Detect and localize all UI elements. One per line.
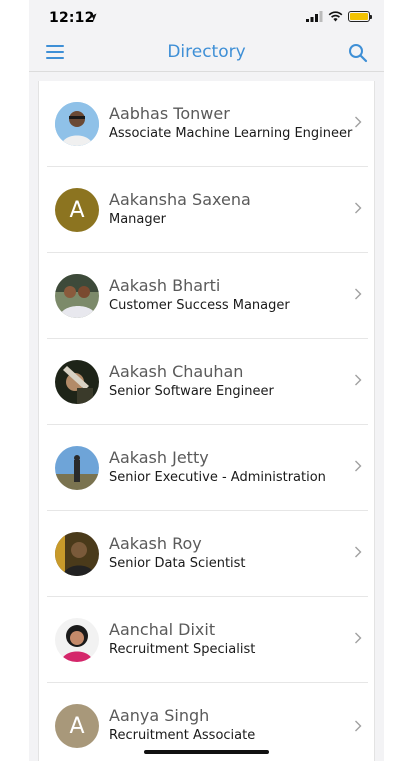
employee-row[interactable]: Aakash Jetty Senior Executive - Administ…: [39, 425, 374, 511]
avatar: [55, 274, 99, 318]
avatar: [55, 446, 99, 490]
employee-name: Aakash Bharti: [109, 276, 221, 295]
employee-name: Aanchal Dixit: [109, 620, 216, 639]
chevron-right-icon: [355, 202, 362, 214]
location-arrow-icon: [89, 13, 97, 22]
employee-row[interactable]: Aabhas Tonwer Associate Machine Learning…: [39, 81, 374, 167]
chevron-right-icon: [355, 460, 362, 472]
employee-row[interactable]: A Aakansha Saxena Manager: [39, 167, 374, 253]
employee-name: Aakansha Saxena: [109, 190, 251, 209]
employee-name: Aabhas Tonwer: [109, 104, 230, 123]
search-icon[interactable]: [348, 43, 368, 63]
employee-title: Manager: [109, 212, 166, 227]
status-bar: 12:12: [29, 0, 384, 34]
page-title: Directory: [167, 42, 246, 62]
chevron-right-icon: [355, 116, 362, 128]
battery-icon: [348, 11, 372, 22]
avatar: A: [55, 704, 99, 748]
employee-row[interactable]: Aakash Chauhan Senior Software Engineer: [39, 339, 374, 425]
nav-bar: Directory: [29, 34, 384, 72]
employee-title: Customer Success Manager: [109, 298, 290, 313]
employee-name: Aakash Jetty: [109, 448, 209, 467]
employee-row[interactable]: Aakash Bharti Customer Success Manager: [39, 253, 374, 339]
avatar: A: [55, 188, 99, 232]
employee-title: Associate Machine Learning Engineer: [109, 126, 353, 141]
employee-title: Senior Executive - Administration: [109, 470, 326, 485]
chevron-right-icon: [355, 374, 362, 386]
employee-title: Recruitment Associate: [109, 728, 256, 743]
employee-name: Aanya Singh: [109, 706, 210, 725]
phone-screen: 12:12 Directory Aabhas Tonwer Associate …: [29, 0, 384, 761]
chevron-right-icon: [355, 720, 362, 732]
employee-title: Senior Data Scientist: [109, 556, 246, 571]
employee-name: Aakash Roy: [109, 534, 202, 553]
employee-row[interactable]: Aanchal Dixit Recruitment Specialist: [39, 597, 374, 683]
employee-name: Aakash Chauhan: [109, 362, 244, 381]
employee-title: Recruitment Specialist: [109, 642, 256, 657]
avatar: [55, 360, 99, 404]
employee-row[interactable]: Aakash Roy Senior Data Scientist: [39, 511, 374, 597]
chevron-right-icon: [355, 546, 362, 558]
cellular-signal-icon: [306, 11, 323, 22]
avatar: [55, 618, 99, 662]
employee-title: Senior Software Engineer: [109, 384, 274, 399]
wifi-icon: [328, 11, 343, 22]
status-time: 12:12: [49, 10, 95, 26]
avatar: [55, 532, 99, 576]
status-icons: [306, 11, 372, 22]
avatar: [55, 102, 99, 146]
employee-list: Aabhas Tonwer Associate Machine Learning…: [38, 81, 375, 761]
chevron-right-icon: [355, 632, 362, 644]
chevron-right-icon: [355, 288, 362, 300]
home-indicator[interactable]: [144, 750, 269, 754]
